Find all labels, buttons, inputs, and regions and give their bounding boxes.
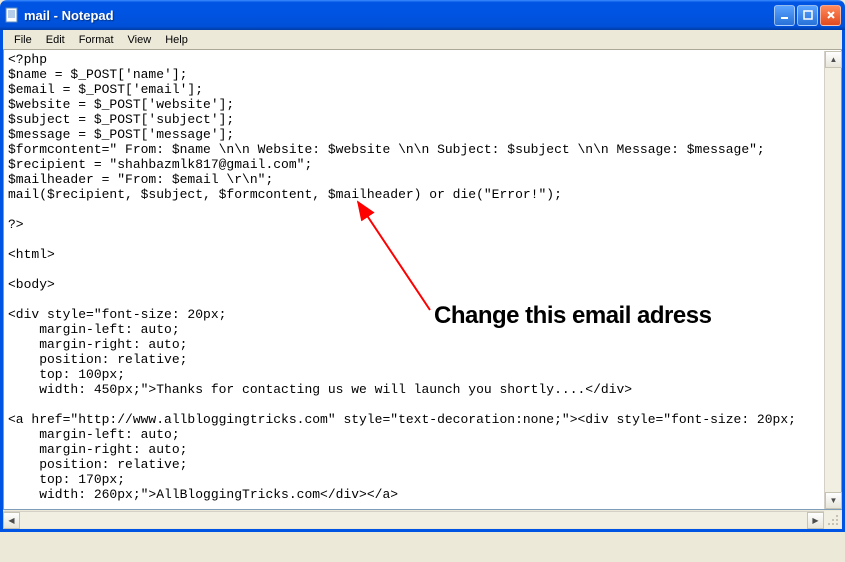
resize-grip[interactable] xyxy=(824,511,841,528)
window-controls xyxy=(774,5,841,26)
menu-format[interactable]: Format xyxy=(72,32,121,48)
horizontal-scrollbar[interactable]: ◀ ▶ xyxy=(3,511,824,528)
menu-file[interactable]: File xyxy=(7,32,39,48)
maximize-button[interactable] xyxy=(797,5,818,26)
menubar: File Edit Format View Help xyxy=(3,30,842,50)
scroll-down-arrow-icon[interactable]: ▼ xyxy=(825,492,842,509)
editor-container: <?php $name = $_POST['name']; $email = $… xyxy=(3,50,842,510)
text-editor[interactable]: <?php $name = $_POST['name']; $email = $… xyxy=(4,50,841,509)
scroll-right-arrow-icon[interactable]: ▶ xyxy=(807,512,824,529)
menu-help[interactable]: Help xyxy=(158,32,195,48)
vertical-scrollbar[interactable]: ▲ ▼ xyxy=(824,51,841,509)
notepad-icon xyxy=(4,7,20,23)
titlebar: mail - Notepad xyxy=(0,0,845,30)
minimize-button[interactable] xyxy=(774,5,795,26)
scroll-left-arrow-icon[interactable]: ◀ xyxy=(3,512,20,529)
menu-view[interactable]: View xyxy=(121,32,159,48)
window-title: mail - Notepad xyxy=(24,8,774,23)
menu-edit[interactable]: Edit xyxy=(39,32,72,48)
scroll-up-arrow-icon[interactable]: ▲ xyxy=(825,51,842,68)
close-button[interactable] xyxy=(820,5,841,26)
